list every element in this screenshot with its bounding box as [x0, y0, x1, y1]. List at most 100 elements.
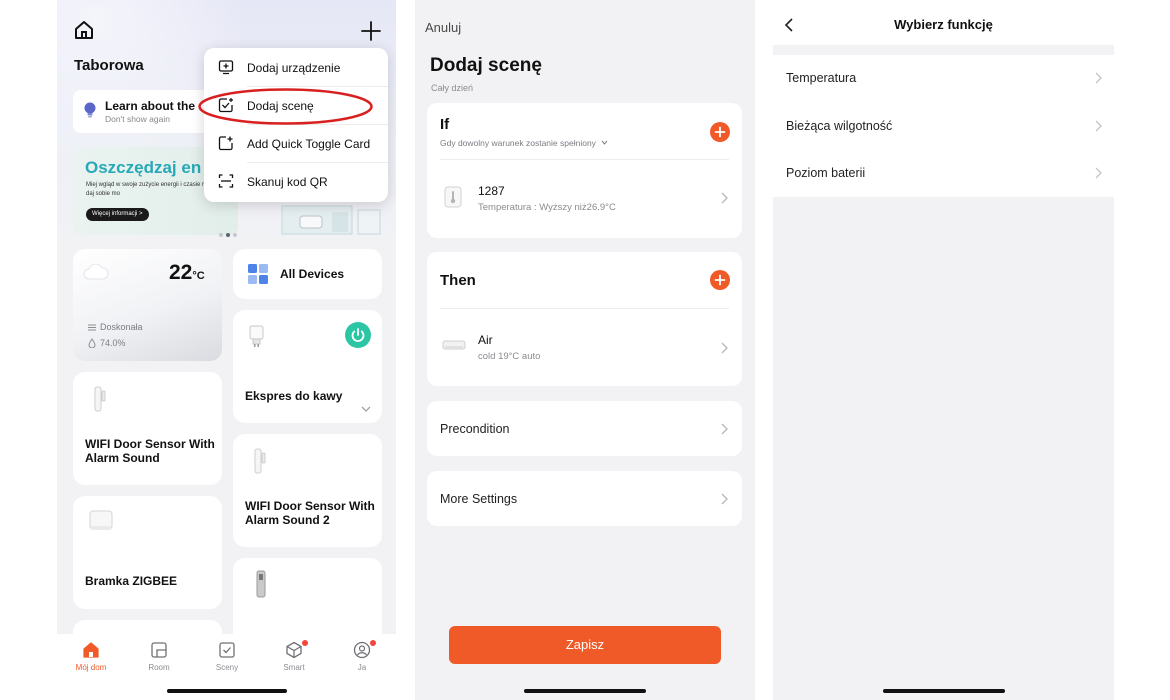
chevron-down-icon[interactable]: [361, 405, 371, 413]
plus-icon: [714, 126, 726, 138]
banner-more-button[interactable]: Więcej informacji >: [86, 208, 149, 221]
tab-me[interactable]: Ja: [332, 640, 392, 672]
remote-icon: [256, 570, 266, 598]
more-settings-row[interactable]: More Settings: [427, 471, 742, 526]
learn-card-title: Learn about the: [105, 99, 196, 113]
bulb-icon: [84, 102, 96, 118]
menu-item-label: Skanuj kod QR: [247, 175, 328, 189]
air-quality: Doskonała: [87, 322, 143, 332]
chevron-right-icon: [1095, 120, 1102, 132]
tab-label: Sceny: [215, 663, 239, 672]
precondition-row[interactable]: Precondition: [427, 401, 742, 456]
add-plus-icon[interactable]: [359, 19, 383, 43]
function-label: Temperatura: [786, 71, 857, 85]
weather-card[interactable]: 22°C Doskonała 74.0%: [73, 249, 222, 361]
add-scene-screen: Anuluj Dodaj scenę Cały dzień If Gdy dow…: [415, 0, 755, 700]
function-item-battery[interactable]: Poziom baterii: [773, 150, 1114, 197]
all-devices-label: All Devices: [280, 267, 345, 281]
chevron-right-icon: [721, 493, 728, 505]
action-device-name: Air: [478, 333, 493, 347]
add-action-button[interactable]: [710, 270, 730, 290]
power-icon: [351, 328, 365, 342]
more-settings-label: More Settings: [440, 492, 518, 506]
room-tab-icon: [151, 642, 167, 658]
save-button[interactable]: Zapisz: [449, 626, 721, 664]
highlight-ellipse: [198, 88, 373, 125]
function-list: Temperatura Bieżąca wilgotność Poziom ba…: [773, 55, 1114, 197]
then-section: Then Air cold 19°C auto: [427, 252, 742, 386]
chevron-right-icon: [721, 192, 728, 204]
all-devices-card[interactable]: All Devices: [233, 249, 382, 299]
home-screen: Taborowa Learn about the Don't show agai…: [57, 0, 396, 700]
pager-dot: [233, 233, 237, 237]
scenes-tab-icon: [219, 642, 235, 658]
temperature-value: 22°C: [169, 261, 205, 285]
function-label: Bieżąca wilgotność: [786, 119, 893, 133]
notification-badge: [370, 640, 376, 646]
chevron-right-icon: [1095, 167, 1102, 179]
tab-label: Ja: [357, 663, 367, 672]
precondition-label: Precondition: [440, 422, 510, 436]
device-name: Ekspres do kawy: [245, 389, 343, 403]
banner-pager: [219, 224, 240, 242]
humidity: 74.0%: [87, 338, 126, 349]
device-card-gateway[interactable]: Bramka ZIGBEE: [73, 496, 222, 609]
tab-room[interactable]: Room: [129, 641, 189, 672]
power-toggle-button[interactable]: [345, 322, 371, 348]
cloud-icon: [83, 264, 109, 280]
device-card-coffee[interactable]: Ekspres do kawy: [233, 310, 382, 423]
caret-down-icon: [601, 140, 608, 145]
pager-dot: [219, 233, 223, 237]
action-row[interactable]: Air cold 19°C auto: [427, 309, 742, 386]
cancel-button[interactable]: Anuluj: [425, 20, 461, 35]
temp-unit: °C: [192, 270, 205, 282]
back-chevron-icon[interactable]: [783, 17, 795, 33]
air-conditioner-icon: [442, 340, 466, 350]
grid-icon: [248, 264, 268, 284]
tab-label: Room: [148, 663, 170, 672]
menu-item-add-quick-toggle[interactable]: Add Quick Toggle Card: [204, 125, 388, 163]
function-item-temperature[interactable]: Temperatura: [773, 55, 1114, 102]
home-tab-icon: [83, 642, 99, 658]
if-section: If Gdy dowolny warunek zostanie spełnion…: [427, 103, 742, 238]
page-title: Wybierz funkcję: [894, 17, 993, 32]
tab-smart[interactable]: Smart: [264, 640, 324, 672]
gateway-icon: [89, 510, 113, 530]
chevron-right-icon: [721, 423, 728, 435]
page-title[interactable]: Dodaj scenę: [430, 55, 542, 77]
menu-item-label: Add Quick Toggle Card: [247, 137, 371, 151]
add-device-icon: [218, 60, 234, 75]
add-condition-button[interactable]: [710, 122, 730, 142]
condition-row[interactable]: 1287 Temperatura : Wyższy niż26.9°C: [427, 160, 742, 238]
smart-plug-icon: [249, 325, 264, 347]
device-card-door-sensor-2[interactable]: WIFI Door Sensor With Alarm Sound 2: [233, 434, 382, 547]
banner-title: Oszczędzaj en: [85, 158, 202, 177]
device-name: Bramka ZIGBEE: [85, 574, 178, 588]
if-title: If: [440, 116, 450, 133]
plus-icon: [714, 274, 726, 286]
menu-item-add-device[interactable]: Dodaj urządzenie: [204, 49, 388, 87]
device-name: WIFI Door Sensor With Alarm Sound: [85, 437, 215, 465]
home-indicator: [883, 689, 1005, 693]
condition-detail: Temperatura : Wyższy niż26.9°C: [478, 202, 616, 213]
menu-item-scan-qr[interactable]: Skanuj kod QR: [204, 163, 388, 201]
select-function-screen: Wybierz funkcję Temperatura Bieżąca wilg…: [773, 0, 1114, 700]
tab-my-home[interactable]: Mój dom: [61, 641, 121, 672]
home-icon[interactable]: [73, 19, 95, 41]
menu-item-label: Dodaj urządzenie: [247, 61, 341, 75]
add-card-icon: [218, 136, 233, 151]
smart-tab-icon: [286, 641, 302, 659]
chevron-right-icon: [721, 342, 728, 354]
home-indicator: [167, 689, 287, 693]
then-title: Then: [440, 272, 476, 289]
door-sensor-icon: [94, 386, 106, 412]
device-card-door-sensor[interactable]: WIFI Door Sensor With Alarm Sound: [73, 372, 222, 485]
tab-scenes[interactable]: Sceny: [197, 641, 257, 672]
condition-mode-selector[interactable]: Gdy dowolny warunek zostanie spełniony: [440, 138, 608, 148]
nav-header: Wybierz funkcję: [773, 0, 1114, 45]
home-name[interactable]: Taborowa: [74, 57, 144, 74]
function-item-humidity[interactable]: Bieżąca wilgotność: [773, 103, 1114, 150]
function-label: Poziom baterii: [786, 166, 866, 180]
dont-show-again-link[interactable]: Don't show again: [105, 114, 170, 124]
scene-schedule[interactable]: Cały dzień: [431, 83, 473, 93]
